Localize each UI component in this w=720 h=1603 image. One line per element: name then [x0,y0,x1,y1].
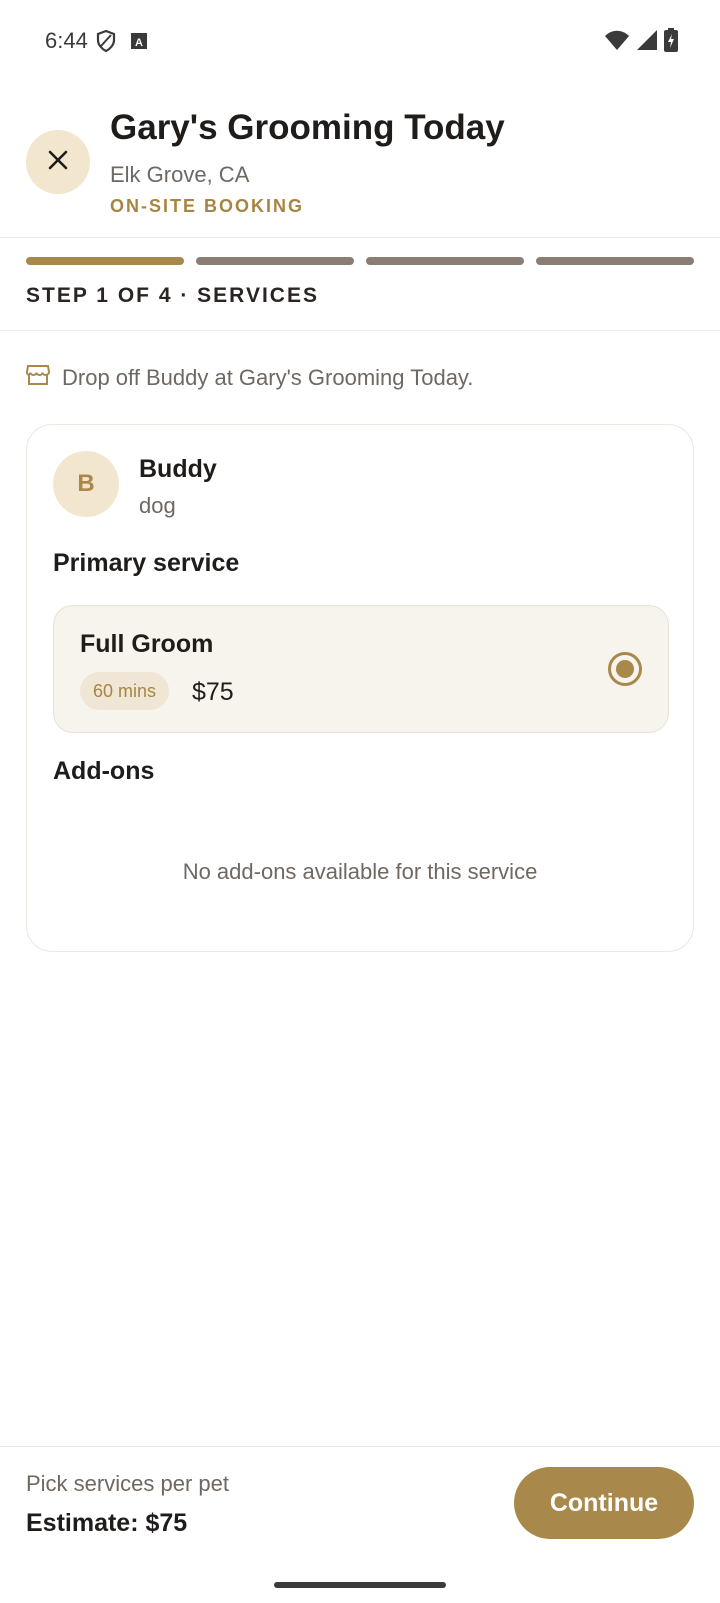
dropoff-text: Drop off Buddy at Gary's Grooming Today. [62,364,474,390]
status-right-icons [604,28,678,57]
step-2-segment [196,257,354,265]
primary-service-heading: Primary service [53,549,240,577]
status-time: 6:44 [45,28,88,53]
radio-selected-dot [616,660,634,678]
store-icon [25,364,51,391]
wifi-icon [604,29,630,56]
status-bar: 6:44 A [0,0,720,84]
close-button[interactable] [26,130,90,194]
service-option-full-groom[interactable]: Full Groom 60 mins $75 [53,605,669,733]
svg-text:A: A [135,37,143,49]
duration-chip: 60 mins [80,672,170,710]
battery-charging-icon [664,28,678,57]
shop-location: Elk Grove, CA [110,162,250,187]
step-1-segment [26,257,184,265]
page-title: Gary's Grooming Today [110,108,505,147]
close-icon [47,149,69,176]
continue-button[interactable]: Continue [514,1467,694,1539]
service-name: Full Groom [80,630,214,658]
booking-header: Gary's Grooming Today Elk Grove, CA ON-S… [0,84,720,238]
step-3-segment [366,257,524,265]
status-left-icons: A [96,29,148,57]
no-addons-message: No add-ons available for this service [182,859,538,884]
pet-name: Buddy [139,455,217,483]
service-radio-button[interactable] [608,652,642,686]
step-4-segment [536,257,694,265]
pet-services-card: B Buddy dog Primary service Full Groom 6… [26,424,694,952]
addons-heading: Add-ons [53,757,155,785]
footer-hint: Pick services per pet [26,1471,229,1496]
home-indicator[interactable] [274,1582,446,1588]
shield-icon [96,29,116,57]
pet-avatar: B [53,451,119,517]
dropoff-notice: Drop off Buddy at Gary's Grooming Today. [25,364,474,391]
price-estimate: Estimate: $75 [26,1509,188,1537]
service-price: $75 [192,678,234,706]
booking-footer: Pick services per pet Estimate: $75 Cont… [0,1446,720,1603]
pet-type: dog [139,493,176,518]
step-label: STEP 1 OF 4 · SERVICES [26,284,319,307]
step-progress-bar [26,257,694,265]
keyboard-icon: A [130,32,148,55]
booking-type-tag: ON-SITE BOOKING [110,196,305,216]
signal-icon [636,29,658,56]
divider [0,330,720,331]
